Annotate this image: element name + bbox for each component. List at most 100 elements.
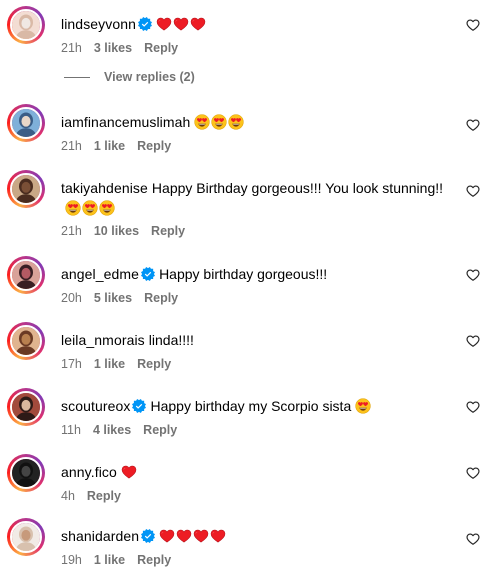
heart-eyes-emoji <box>355 398 371 414</box>
comment-timestamp[interactable]: 21h <box>61 139 82 153</box>
avatar-image <box>10 173 42 205</box>
like-heart-icon[interactable] <box>466 400 480 414</box>
heart-eyes-emoji <box>82 200 98 216</box>
comment-likes-count[interactable]: 1 like <box>94 553 125 567</box>
comment-meta: 17h 1 like Reply <box>61 357 183 371</box>
comment-likes-count[interactable]: 10 likes <box>94 224 139 238</box>
red-heart-emoji <box>193 528 209 544</box>
comment-likes-count[interactable]: 1 like <box>94 357 125 371</box>
comment-username[interactable]: iamfinancemuslimah <box>61 114 190 130</box>
comment-text: Happy Birthday gorgeous!!! You look stun… <box>151 180 444 196</box>
red-heart-emoji <box>156 16 172 32</box>
comment-likes-count[interactable]: 4 likes <box>93 423 131 437</box>
like-heart-icon[interactable] <box>466 184 480 198</box>
comment-username[interactable]: lindseyvonn <box>61 16 136 32</box>
comment-username[interactable]: leila_nmorais <box>61 332 145 348</box>
heart-eyes-emoji <box>65 200 81 216</box>
comment-timestamp[interactable]: 11h <box>61 423 81 437</box>
avatar-image <box>10 391 42 423</box>
comment-body: lindseyvonn <box>61 14 451 34</box>
reply-button[interactable]: Reply <box>137 139 171 153</box>
like-heart-icon[interactable] <box>466 532 480 546</box>
red-heart-emoji <box>176 528 192 544</box>
heart-eyes-emoji <box>211 114 228 130</box>
comment-meta: 4h Reply <box>61 489 133 503</box>
reply-button[interactable]: Reply <box>151 224 185 238</box>
heart-eyes-emoji <box>99 200 115 216</box>
like-heart-icon[interactable] <box>466 268 480 282</box>
comment-timestamp[interactable]: 4h <box>61 489 75 503</box>
comment-timestamp[interactable]: 21h <box>61 224 82 238</box>
red-heart-emoji <box>210 528 226 544</box>
avatar[interactable] <box>7 454 45 492</box>
avatar-image <box>10 9 42 41</box>
comment-username[interactable]: angel_edme <box>61 266 139 282</box>
comment-meta: 11h 4 likes Reply <box>61 423 189 437</box>
red-heart-emoji <box>159 528 175 544</box>
comment-item: iamfinancemuslimah 21h 1 like Reply <box>0 104 489 160</box>
like-heart-icon[interactable] <box>466 118 480 132</box>
avatar-image <box>10 457 42 489</box>
comment-timestamp[interactable]: 17h <box>61 357 82 371</box>
comment-meta: 20h 5 likes Reply <box>61 291 190 305</box>
comment-text: linda!!!! <box>148 332 194 348</box>
avatar[interactable] <box>7 518 45 556</box>
heart-eyes-emoji <box>228 114 245 130</box>
verified-badge-icon <box>141 266 156 281</box>
comment-emojis <box>65 200 116 216</box>
view-replies-button[interactable]: View replies (2) <box>64 68 195 86</box>
avatar[interactable] <box>7 388 45 426</box>
comment-username[interactable]: shanidarden <box>61 528 139 544</box>
replies-divider-line <box>64 76 90 78</box>
avatar[interactable] <box>7 104 45 142</box>
comment-item: anny.fico 4h Reply <box>0 454 489 510</box>
reply-button[interactable]: Reply <box>143 423 177 437</box>
comment-item: angel_edme Happy birthday gorgeous!!! 20h 5… <box>0 256 489 312</box>
verified-badge-icon <box>141 528 156 543</box>
avatar[interactable] <box>7 256 45 294</box>
comment-meta: 19h 1 like Reply <box>61 553 183 567</box>
avatar[interactable] <box>7 170 45 208</box>
reply-button[interactable]: Reply <box>137 357 171 371</box>
comment-meta: 21h 10 likes Reply <box>61 224 197 238</box>
avatar-image <box>10 521 42 553</box>
red-heart-emoji <box>121 464 137 480</box>
reply-button[interactable]: Reply <box>87 489 121 503</box>
comment-username[interactable]: anny.fico <box>61 464 117 480</box>
comment-timestamp[interactable]: 21h <box>61 41 82 55</box>
like-heart-icon[interactable] <box>466 334 480 348</box>
comment-emojis <box>194 114 245 130</box>
comment-emojis <box>121 464 138 480</box>
comment-timestamp[interactable]: 20h <box>61 291 82 305</box>
reply-button[interactable]: Reply <box>144 41 178 55</box>
avatar-image <box>10 107 42 139</box>
avatar[interactable] <box>7 6 45 44</box>
comment-username[interactable]: takiyahdenise <box>61 180 148 196</box>
reply-button[interactable]: Reply <box>137 553 171 567</box>
comment-body: scoutureox Happy birthday my Scorpio sist… <box>61 396 451 416</box>
verified-badge-icon <box>132 398 147 413</box>
comment-likes-count[interactable]: 1 like <box>94 139 125 153</box>
comment-likes-count[interactable]: 3 likes <box>94 41 132 55</box>
comment-meta: 21h 1 like Reply <box>61 139 183 153</box>
comment-text: Happy birthday my Scorpio sista <box>150 398 352 414</box>
comment-body: leila_nmorais linda!!!! <box>61 330 451 350</box>
avatar-image <box>10 259 42 291</box>
comment-likes-count[interactable]: 5 likes <box>94 291 132 305</box>
reply-button[interactable]: Reply <box>144 291 178 305</box>
comment-timestamp[interactable]: 19h <box>61 553 82 567</box>
heart-eyes-emoji <box>194 114 211 130</box>
comment-item: lindseyvonn 21h 3 likes Reply <box>0 6 489 62</box>
comment-body: takiyahdenise Happy Birthday gorgeous!!! … <box>61 178 451 218</box>
red-heart-emoji <box>190 16 206 32</box>
like-heart-icon[interactable] <box>466 18 480 32</box>
comment-meta: 21h 3 likes Reply <box>61 41 190 55</box>
comment-username[interactable]: scoutureox <box>61 398 130 414</box>
comment-body: anny.fico <box>61 462 451 482</box>
comment-item: scoutureox Happy birthday my Scorpio sist… <box>0 388 489 444</box>
like-heart-icon[interactable] <box>466 466 480 480</box>
comment-body: shanidarden <box>61 526 451 546</box>
comment-item: leila_nmorais linda!!!! 17h 1 like Reply <box>0 322 489 378</box>
comment-text: Happy birthday gorgeous!!! <box>159 266 328 282</box>
avatar[interactable] <box>7 322 45 360</box>
